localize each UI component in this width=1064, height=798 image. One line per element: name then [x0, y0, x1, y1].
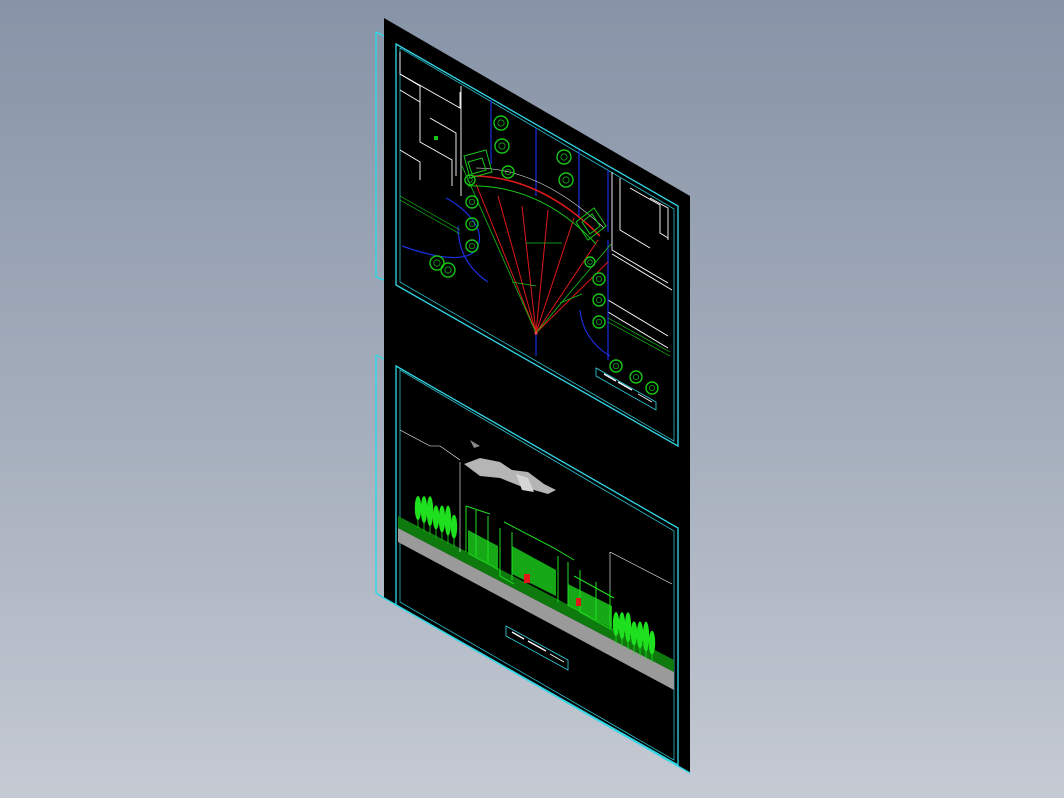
sheet-border-top	[375, 31, 385, 37]
elevation-tree-canopy	[420, 496, 428, 524]
elevation-tree-canopy	[636, 621, 644, 649]
elevation-tree-canopy	[624, 612, 632, 643]
drawing-canvas	[375, 18, 691, 774]
elevation-tree-canopy	[444, 505, 452, 536]
sheet-border-left	[375, 32, 385, 281]
elevation-tree-canopy	[438, 505, 446, 533]
plan-small-marker	[434, 136, 438, 140]
plan-focal-point	[534, 331, 538, 335]
cad-viewport[interactable]	[0, 0, 1064, 798]
elevation-tree-canopy	[642, 621, 650, 652]
elevation-door-left	[524, 574, 530, 583]
elevation-tree-canopy	[426, 496, 434, 527]
elevation-tree-canopy	[618, 612, 626, 640]
sheet-border-left-lower	[375, 355, 385, 599]
panel-separator	[375, 354, 385, 360]
elevation-door-right	[576, 598, 581, 606]
